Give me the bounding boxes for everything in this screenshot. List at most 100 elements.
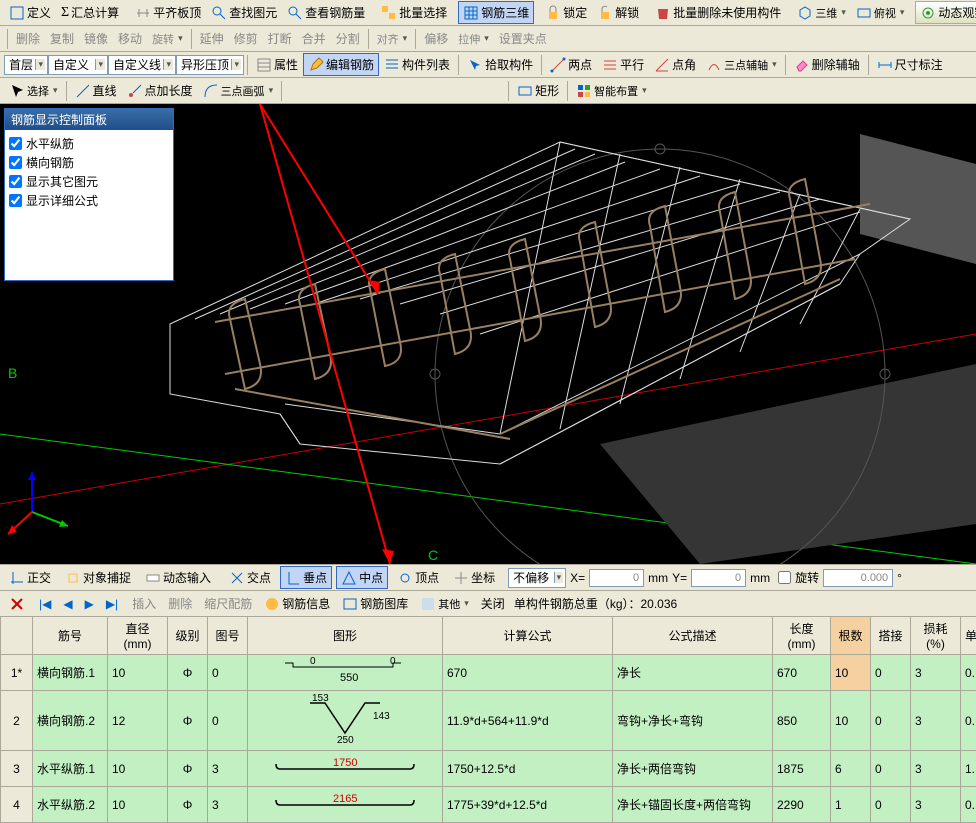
col-fig[interactable]: 图号 xyxy=(208,617,248,655)
col-desc[interactable]: 公式描述 xyxy=(613,617,773,655)
smart-layout-tool[interactable]: 智能布置 xyxy=(571,80,652,102)
cell-dia[interactable]: 10 xyxy=(108,655,168,691)
rebar-3d-button[interactable]: 钢筋三维 xyxy=(458,1,534,24)
perp-snap[interactable]: 垂点 xyxy=(280,566,332,589)
chk-show-other[interactable]: 显示其它图元 xyxy=(9,172,169,191)
sum-calc-button[interactable]: Σ汇总计算 xyxy=(56,1,124,24)
merge-button[interactable]: 合并 xyxy=(297,27,331,50)
coord-snap[interactable]: 坐标 xyxy=(448,566,500,589)
nav-prev[interactable]: ◀ xyxy=(58,594,77,614)
cell-len[interactable]: 850 xyxy=(773,691,831,751)
rebar-info-button[interactable]: 钢筋信息 xyxy=(259,592,335,615)
cell-unit[interactable]: 1. xyxy=(961,751,976,787)
three-pt-aux-button[interactable]: 三点辅轴 xyxy=(701,54,782,76)
cell-loss[interactable]: 3 xyxy=(911,751,961,787)
pick-elem-button[interactable]: 拾取构件 xyxy=(462,53,538,76)
customline-combo[interactable]: 自定义线 xyxy=(108,55,176,75)
dyn-observe-button[interactable]: 动态观察 xyxy=(915,1,976,24)
cell-fig[interactable]: 0 xyxy=(208,655,248,691)
cell-lap[interactable]: 0 xyxy=(871,787,911,823)
cell-lvl[interactable]: Φ xyxy=(168,751,208,787)
cell-shape[interactable]: 2165 xyxy=(248,787,443,823)
stretch-button[interactable]: 拉伸 xyxy=(453,28,494,50)
col-len[interactable]: 长度(mm) xyxy=(773,617,831,655)
cell-name[interactable]: 水平纵筋.1 xyxy=(33,751,108,787)
table-row[interactable]: 3水平纵筋.110Φ317501750+12.5*d净长+两倍弯钩1875603… xyxy=(1,751,976,787)
cell-shape[interactable]: 00550 xyxy=(248,655,443,691)
y-value[interactable]: 0 xyxy=(691,569,746,587)
custom-combo[interactable]: 自定义 xyxy=(48,55,108,75)
chk-horiz-long[interactable]: 水平纵筋 xyxy=(9,134,169,153)
chk-show-formula[interactable]: 显示详细公式 xyxy=(9,191,169,210)
delete-row-button[interactable]: 删除 xyxy=(163,592,197,615)
rebar-display-panel[interactable]: 钢筋显示控制面板 水平纵筋 横向钢筋 显示其它图元 显示详细公式 xyxy=(4,108,174,281)
parallel-button[interactable]: 平行 xyxy=(597,53,649,76)
col-name[interactable]: 筋号 xyxy=(33,617,108,655)
rotate-value[interactable]: 0.000 xyxy=(823,569,893,587)
copy-button[interactable]: 复制 xyxy=(45,27,79,50)
two-pt-button[interactable]: 两点 xyxy=(545,53,597,76)
cell-desc[interactable]: 净长 xyxy=(613,655,773,691)
select-tool[interactable]: 选择 xyxy=(4,80,63,102)
cell-lap[interactable]: 0 xyxy=(871,655,911,691)
no-offset-combo[interactable]: 不偏移 xyxy=(508,568,566,588)
cell-fig[interactable]: 3 xyxy=(208,787,248,823)
cell-desc[interactable]: 弯钩+净长+弯钩 xyxy=(613,691,773,751)
view-rebar-qty-button[interactable]: 查看钢筋量 xyxy=(282,1,370,24)
cell-lvl[interactable]: Φ xyxy=(168,655,208,691)
inter-snap[interactable]: 交点 xyxy=(224,566,276,589)
nav-first[interactable]: |◀ xyxy=(34,594,56,614)
vertex-snap[interactable]: 顶点 xyxy=(392,566,444,589)
cell-cnt[interactable]: 10 xyxy=(831,655,871,691)
cell-formula[interactable]: 11.9*d+564+11.9*d xyxy=(443,691,613,751)
cell-name[interactable]: 水平纵筋.2 xyxy=(33,787,108,823)
col-loss[interactable]: 损耗(%) xyxy=(911,617,961,655)
col-cnt[interactable]: 根数 xyxy=(831,617,871,655)
trim-button[interactable]: 修剪 xyxy=(229,27,263,50)
cell-lap[interactable]: 0 xyxy=(871,691,911,751)
col-lap[interactable]: 搭接 xyxy=(871,617,911,655)
cell-desc[interactable]: 净长+锚固长度+两倍弯钩 xyxy=(613,787,773,823)
batch-select-button[interactable]: 批量选择 xyxy=(376,1,452,24)
cell-fig[interactable]: 0 xyxy=(208,691,248,751)
chk-trans-rebar[interactable]: 横向钢筋 xyxy=(9,153,169,172)
cell-lap[interactable]: 0 xyxy=(871,751,911,787)
lock-button[interactable]: 锁定 xyxy=(540,1,592,24)
perspective-button[interactable]: 俯视 xyxy=(851,2,910,24)
rebar-table[interactable]: 筋号 直径(mm) 级别 图号 图形 计算公式 公式描述 长度(mm) 根数 搭… xyxy=(0,616,976,823)
cell-unit[interactable]: 0. xyxy=(961,655,976,691)
cell-len[interactable]: 1875 xyxy=(773,751,831,787)
cell-shape[interactable]: 1750 xyxy=(248,751,443,787)
other-button[interactable]: 其他 xyxy=(415,593,474,615)
checkbox[interactable] xyxy=(9,194,22,207)
table-row[interactable]: 1*横向钢筋.110Φ000550670净长67010030. xyxy=(1,655,976,691)
cell-dia[interactable]: 10 xyxy=(108,787,168,823)
cell-cnt[interactable]: 10 xyxy=(831,691,871,751)
attrs-button[interactable]: 属性 xyxy=(251,53,303,76)
row-no[interactable]: 3 xyxy=(1,751,33,787)
cell-fig[interactable]: 3 xyxy=(208,751,248,787)
break-button[interactable]: 打断 xyxy=(263,27,297,50)
mid-snap[interactable]: 中点 xyxy=(336,566,388,589)
extend-button[interactable]: 延伸 xyxy=(195,27,229,50)
delete-button[interactable]: 删除 xyxy=(11,27,45,50)
checkbox[interactable] xyxy=(9,175,22,188)
cell-loss[interactable]: 3 xyxy=(911,655,961,691)
col-unit[interactable]: 单 xyxy=(961,617,976,655)
scale-rebar-button[interactable]: 缩尺配筋 xyxy=(199,592,257,615)
osnap-toggle[interactable]: 对象捕捉 xyxy=(60,566,136,589)
close-panel-x[interactable] xyxy=(4,593,30,615)
elem-list-button[interactable]: 构件列表 xyxy=(379,53,455,76)
cell-name[interactable]: 横向钢筋.2 xyxy=(33,691,108,751)
irregtop-combo[interactable]: 异形压顶 xyxy=(176,55,244,75)
cell-formula[interactable]: 1750+12.5*d xyxy=(443,751,613,787)
cell-name[interactable]: 横向钢筋.1 xyxy=(33,655,108,691)
del-aux-button[interactable]: 删除辅轴 xyxy=(789,53,865,76)
insert-row-button[interactable]: 插入 xyxy=(127,592,161,615)
flatten-top-button[interactable]: 平齐板顶 xyxy=(130,1,206,24)
col-shape[interactable]: 图形 xyxy=(248,617,443,655)
edit-rebar-button[interactable]: 编辑钢筋 xyxy=(303,53,379,76)
col-formula[interactable]: 计算公式 xyxy=(443,617,613,655)
nav-next[interactable]: ▶ xyxy=(80,594,99,614)
floor-combo[interactable]: 首层 xyxy=(4,55,48,75)
